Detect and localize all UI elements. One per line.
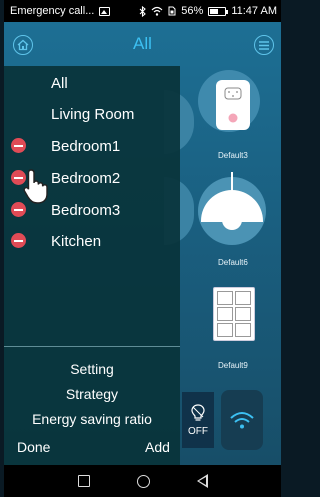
energy-saving-ratio-menu-item[interactable]: Energy saving ratio xyxy=(4,411,180,427)
sim-icon xyxy=(168,6,176,16)
off-button[interactable]: OFF xyxy=(182,392,214,448)
room-drawer: All Living Room Bedroom1 Bedroom2 Bedroo… xyxy=(4,66,180,465)
home-icon xyxy=(17,39,29,51)
add-button[interactable]: Add xyxy=(145,439,170,455)
drawer-item-label: Kitchen xyxy=(51,232,102,250)
drawer-item-label: All xyxy=(51,74,68,92)
drawer-item-label: Bedroom2 xyxy=(51,169,121,187)
home-nav-button[interactable] xyxy=(136,474,150,488)
app-header: All xyxy=(4,22,281,66)
drawer-item-label: Living Room xyxy=(51,105,135,123)
image-icon xyxy=(99,6,111,16)
drawer-item-bedroom1[interactable]: Bedroom1 xyxy=(4,131,180,161)
delete-icon[interactable] xyxy=(11,138,26,153)
battery-percent: 56% xyxy=(181,5,204,17)
setting-menu-item[interactable]: Setting xyxy=(4,361,180,377)
pendant-lamp-cord xyxy=(231,172,233,192)
drawer-item-living-room[interactable]: Living Room xyxy=(4,99,180,129)
system-nav-bar xyxy=(4,465,281,497)
drawer-item-all[interactable]: All xyxy=(4,68,180,98)
drawer-item-kitchen[interactable]: Kitchen xyxy=(4,226,180,256)
drawer-item-label: Bedroom3 xyxy=(51,201,121,219)
wifi-button[interactable] xyxy=(221,390,263,450)
home-button[interactable] xyxy=(13,35,33,55)
battery-icon xyxy=(208,6,229,16)
device-label: Default3 xyxy=(218,151,248,160)
device-label: Default6 xyxy=(218,258,248,267)
off-label: OFF xyxy=(188,425,208,437)
bluetooth-icon xyxy=(139,5,147,17)
battery-level xyxy=(210,8,219,14)
recents-button[interactable] xyxy=(77,475,90,487)
notification-text: Emergency call... xyxy=(10,5,95,17)
phone-screen: Emergency call... 56% 11:47 AM All Defau… xyxy=(4,0,281,497)
divider xyxy=(4,346,180,347)
switch-panel-icon[interactable] xyxy=(213,287,255,341)
delete-icon[interactable] xyxy=(11,233,26,248)
clock: 11:47 AM xyxy=(231,5,277,17)
wifi-icon xyxy=(230,412,254,429)
status-bar: Emergency call... 56% 11:47 AM xyxy=(4,0,281,22)
smart-plug-icon[interactable] xyxy=(216,80,250,130)
switch-cell xyxy=(235,323,251,337)
switch-cell xyxy=(217,307,233,321)
back-button[interactable] xyxy=(196,474,208,488)
switch-cell xyxy=(217,323,233,337)
switch-cell xyxy=(235,307,251,321)
menu-icon xyxy=(259,40,269,50)
switch-cell xyxy=(235,291,251,305)
wifi-icon xyxy=(151,6,163,16)
bulb-icon xyxy=(191,403,205,421)
menu-button[interactable] xyxy=(254,35,274,55)
done-button[interactable]: Done xyxy=(17,439,50,455)
page-title: All xyxy=(133,34,152,53)
device-label: Default9 xyxy=(218,361,248,370)
drawer-item-label: Bedroom1 xyxy=(51,137,121,155)
hand-cursor-icon xyxy=(23,169,48,204)
switch-cell xyxy=(217,291,233,305)
strategy-menu-item[interactable]: Strategy xyxy=(4,386,180,402)
